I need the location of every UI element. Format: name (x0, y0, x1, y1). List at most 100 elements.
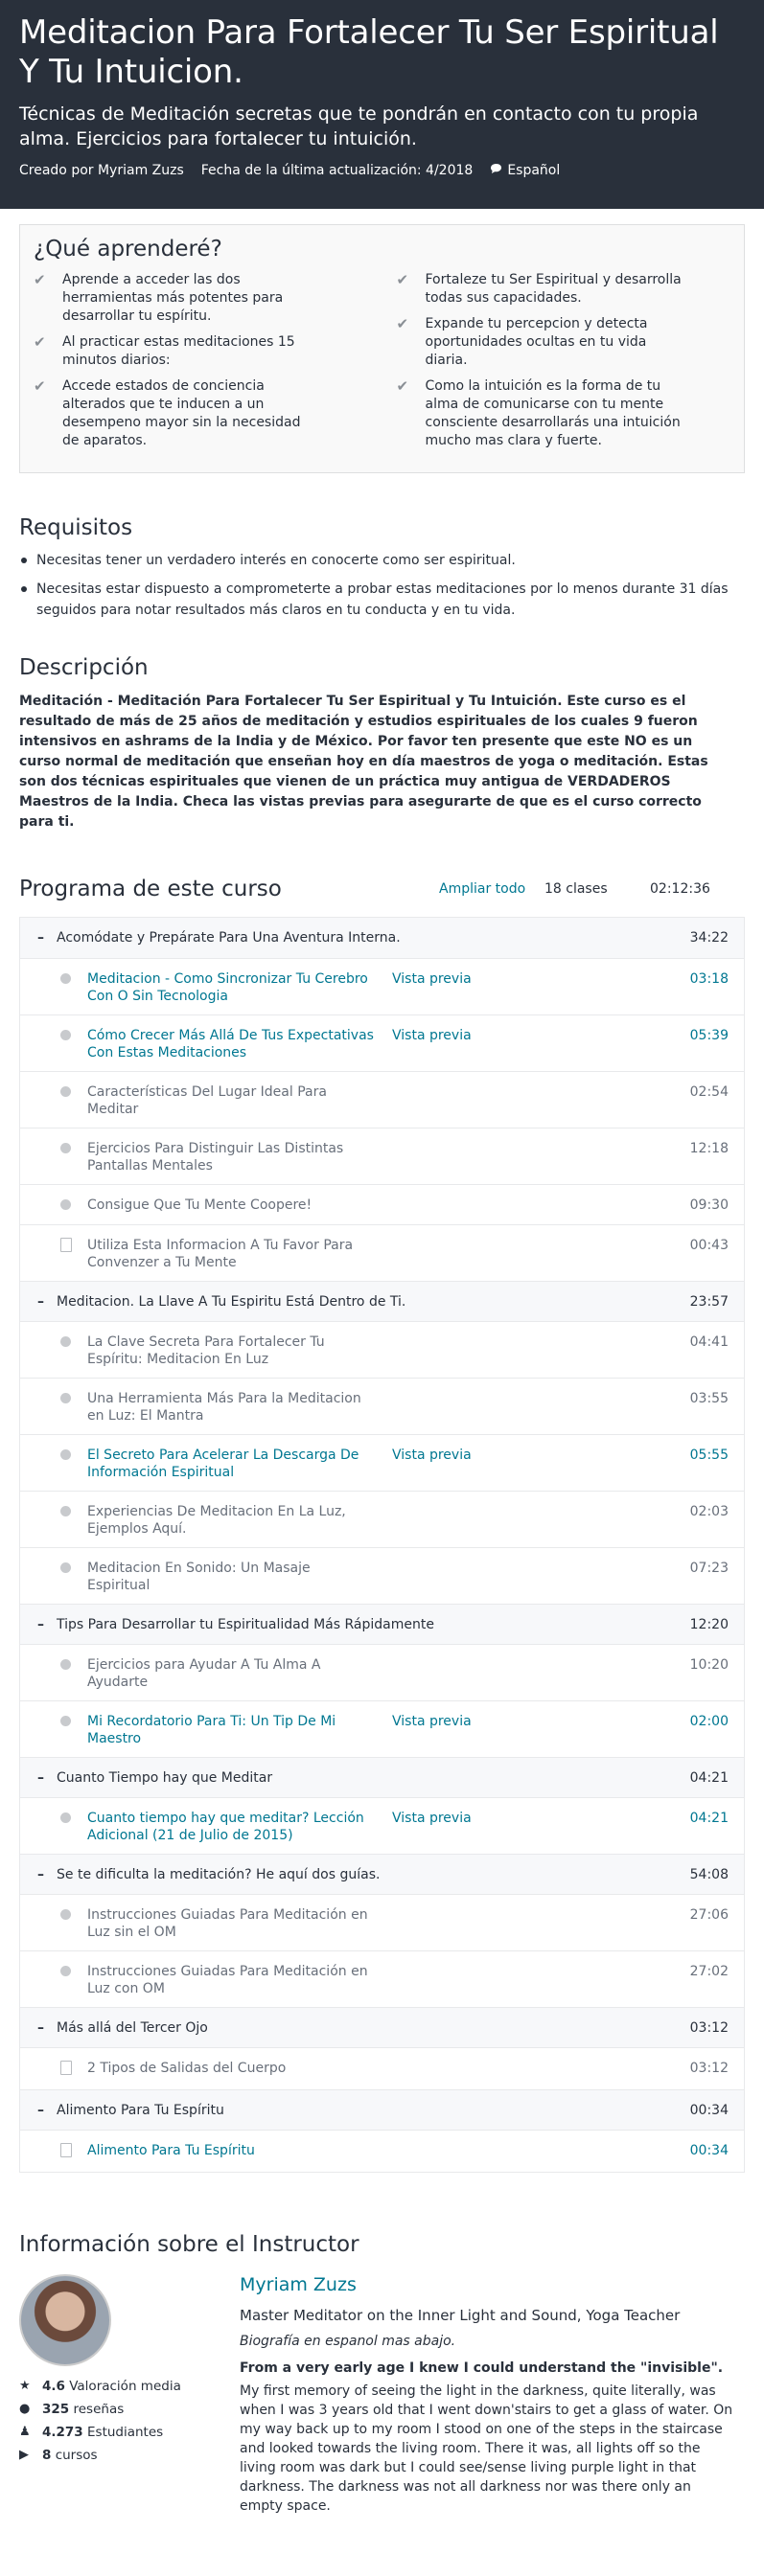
lecture-duration: 02:54 (689, 1084, 729, 1100)
play-circle-icon (60, 1713, 87, 1731)
section-duration: 12:20 (689, 1616, 729, 1632)
preview-link[interactable]: Vista previa (392, 1713, 521, 1730)
lecture-row: La Clave Secreta Para Fortalecer Tu Espí… (20, 1321, 744, 1378)
course-subtitle: Técnicas de Meditación secretas que te p… (19, 103, 699, 149)
lecture-row: Ejercicios para Ayudar A Tu Alma A Ayuda… (20, 1644, 744, 1700)
learn-item: ✔ Fortaleze tu Ser Espiritual y desarroll… (396, 271, 682, 306)
rating-stat: ★ 4.6 Valoración media (19, 2379, 181, 2394)
section-header[interactable]: – Más allá del Tercer Ojo 03:12 (20, 2007, 744, 2047)
section-title: Tips Para Desarrollar tu Espiritualidad … (57, 1616, 434, 1632)
lecture-row: Instrucciones Guiadas Para Meditación en… (20, 1950, 744, 2007)
play-circle-icon (60, 1140, 87, 1158)
lecture-duration: 04:21 (689, 1811, 729, 1826)
section-duration: 54:08 (689, 1866, 729, 1882)
lecture-row: Experiencias De Meditacion En La Luz, Ej… (20, 1491, 744, 1547)
section-title: Alimento Para Tu Espíritu (57, 2102, 224, 2118)
play-circle-icon: ▶ (19, 2448, 29, 2462)
instructor-bio-note: Biografía en espanol mas abajo. (240, 2334, 456, 2349)
lecture-title[interactable]: El Secreto Para Acelerar La Descarga De … (87, 1447, 375, 1481)
creator-text[interactable]: Creado por Myriam Zuzs (19, 163, 184, 178)
lecture-duration: 02:03 (689, 1504, 729, 1519)
check-icon: ✔ (396, 271, 409, 288)
lecture-title: Instrucciones Guiadas Para Meditación en… (87, 1964, 368, 1996)
section-header[interactable]: – Acomódate y Prepárate Para Una Aventura… (20, 918, 744, 958)
instructor-name-link[interactable]: Myriam Zuzs (240, 2274, 736, 2295)
file-icon (60, 2060, 87, 2080)
lecture-duration: 27:06 (689, 1907, 729, 1923)
preview-link[interactable]: Vista previa (392, 1810, 521, 1827)
learn-item: ✔ Como la intuición es la forma de tu alm… (396, 377, 681, 448)
section-title: Se te dificulta la meditación? He aquí d… (57, 1866, 381, 1882)
section-header[interactable]: – Tips Para Desarrollar tu Espiritualidad… (20, 1604, 744, 1644)
lecture-title[interactable]: Cómo Crecer Más Allá De Tus Expectativas… (87, 1027, 375, 1061)
play-circle-icon (60, 1447, 87, 1465)
lecture-title: 2 Tipos de Salidas del Cuerpo (87, 2061, 287, 2076)
preview-link[interactable]: Vista previa (392, 1027, 521, 1044)
lecture-title: Utiliza Esta Informacion A Tu Favor Para… (87, 1238, 354, 1270)
lecture-duration: 05:55 (689, 1448, 729, 1463)
students-stat: ♟ 4.273 Estudiantes (19, 2425, 164, 2440)
file-icon (60, 1237, 87, 1257)
course-title: Meditacion Para Fortalecer Tu Ser Espiri… (19, 13, 719, 91)
check-icon: ✔ (34, 333, 46, 351)
language-label: Español (507, 163, 561, 178)
total-duration: 02:12:36 (650, 881, 710, 897)
lecture-duration: 02:00 (689, 1714, 729, 1729)
lecture-row[interactable]: Meditacion - Como Sincronizar Tu Cerebro… (20, 958, 744, 1014)
lecture-row: 2 Tipos de Salidas del Cuerpo 03:12 (20, 2047, 744, 2089)
section-duration: 23:57 (689, 1293, 729, 1310)
lecture-duration: 12:18 (689, 1141, 729, 1156)
lecture-row: Características Del Lugar Ideal Para Med… (20, 1071, 744, 1128)
collapse-icon: – (37, 930, 44, 946)
requirements-title: Requisitos (19, 515, 133, 540)
collapse-icon: – (37, 2102, 44, 2118)
lecture-duration: 05:39 (689, 1028, 729, 1043)
section-title: Meditacion. La Llave A Tu Espiritu Está … (57, 1293, 406, 1310)
language-indicator: Español (490, 163, 560, 178)
last-updated-text: Fecha de la última actualización: 4/2018 (200, 163, 474, 178)
play-circle-icon (60, 1027, 87, 1045)
bullet-icon (21, 558, 27, 563)
check-icon: ✔ (396, 315, 409, 332)
list-item: Necesitas tener un verdadero interés en … (19, 550, 745, 571)
play-circle-icon (60, 1390, 87, 1408)
lecture-title[interactable]: Meditacion - Como Sincronizar Tu Cerebro… (87, 970, 375, 1005)
play-circle-icon (60, 1656, 87, 1675)
play-circle-icon (60, 1963, 87, 1981)
preview-link[interactable]: Vista previa (392, 1447, 521, 1464)
collapse-icon: – (37, 1769, 44, 1786)
lecture-title: Características Del Lugar Ideal Para Med… (87, 1084, 327, 1117)
lecture-duration: 09:30 (689, 1197, 729, 1213)
avatar[interactable] (19, 2274, 111, 2366)
lecture-title: Experiencias De Meditacion En La Luz, Ej… (87, 1504, 346, 1537)
lecture-duration: 04:41 (689, 1334, 729, 1350)
play-circle-icon (60, 1503, 87, 1521)
section-header[interactable]: – Cuanto Tiempo hay que Meditar 04:21 (20, 1757, 744, 1797)
section-header[interactable]: – Se te dificulta la meditación? He aquí … (20, 1854, 744, 1894)
section-header[interactable]: – Alimento Para Tu Espíritu 00:34 (20, 2089, 744, 2130)
instructor-bio: My first memory of seeing the light in t… (240, 2383, 733, 2514)
preview-link[interactable]: Vista previa (392, 970, 521, 988)
lecture-duration: 10:20 (689, 1657, 729, 1673)
collapse-icon: – (37, 2019, 44, 2036)
check-icon: ✔ (34, 271, 46, 288)
play-circle-icon (60, 1334, 87, 1352)
lecture-title[interactable]: Mi Recordatorio Para Ti: Un Tip De Mi Ma… (87, 1713, 375, 1747)
lecture-row[interactable]: Cuanto tiempo hay que meditar? Lección A… (20, 1797, 744, 1854)
lecture-row: Una Herramienta Más Para la Meditacion e… (20, 1378, 744, 1434)
lecture-title[interactable]: Cuanto tiempo hay que meditar? Lección A… (87, 1810, 375, 1844)
description-text: Meditación - Meditación Para Fortalecer … (19, 694, 708, 830)
lecture-title: Una Herramienta Más Para la Meditacion e… (87, 1391, 361, 1424)
play-circle-icon (60, 970, 87, 989)
lecture-row[interactable]: El Secreto Para Acelerar La Descarga De … (20, 1434, 744, 1491)
section-header[interactable]: – Meditacion. La Llave A Tu Espiritu Está… (20, 1281, 744, 1321)
lecture-title: La Clave Secreta Para Fortalecer Tu Espí… (87, 1334, 325, 1367)
lecture-row[interactable]: Alimento Para Tu Espíritu 00:34 (20, 2130, 744, 2172)
collapse-icon: – (37, 1866, 44, 1882)
expand-all-link[interactable]: Ampliar todo (439, 881, 544, 897)
lecture-row[interactable]: Mi Recordatorio Para Ti: Un Tip De Mi Ma… (20, 1700, 744, 1757)
courses-stat: ▶ 8 cursos (19, 2448, 98, 2463)
lecture-row[interactable]: Cómo Crecer Más Allá De Tus Expectativas… (20, 1014, 744, 1071)
lecture-title[interactable]: Alimento Para Tu Espíritu (87, 2142, 375, 2159)
section-title: Acomódate y Prepárate Para Una Aventura … (57, 930, 401, 946)
